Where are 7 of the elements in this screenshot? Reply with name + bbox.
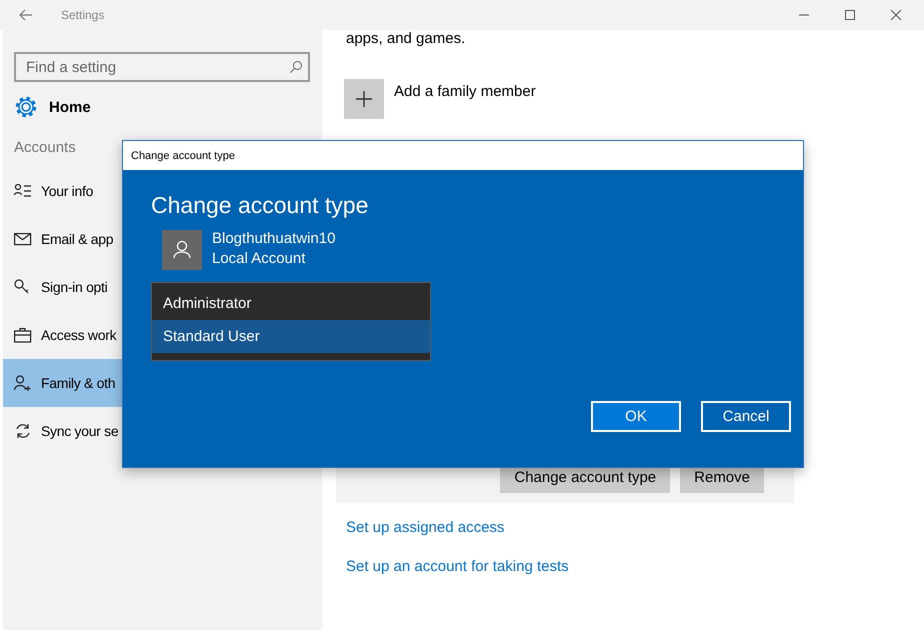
- dialog-heading: Change account type: [151, 192, 370, 219]
- section-heading: Accounts: [14, 139, 76, 156]
- account-name: Blogthuthuatwin10: [212, 230, 336, 247]
- description-text: apps, and games.: [346, 30, 466, 47]
- window-title: Settings: [61, 8, 104, 22]
- dialog-title: Change account type: [131, 150, 235, 162]
- account-type: Local Account: [212, 250, 306, 267]
